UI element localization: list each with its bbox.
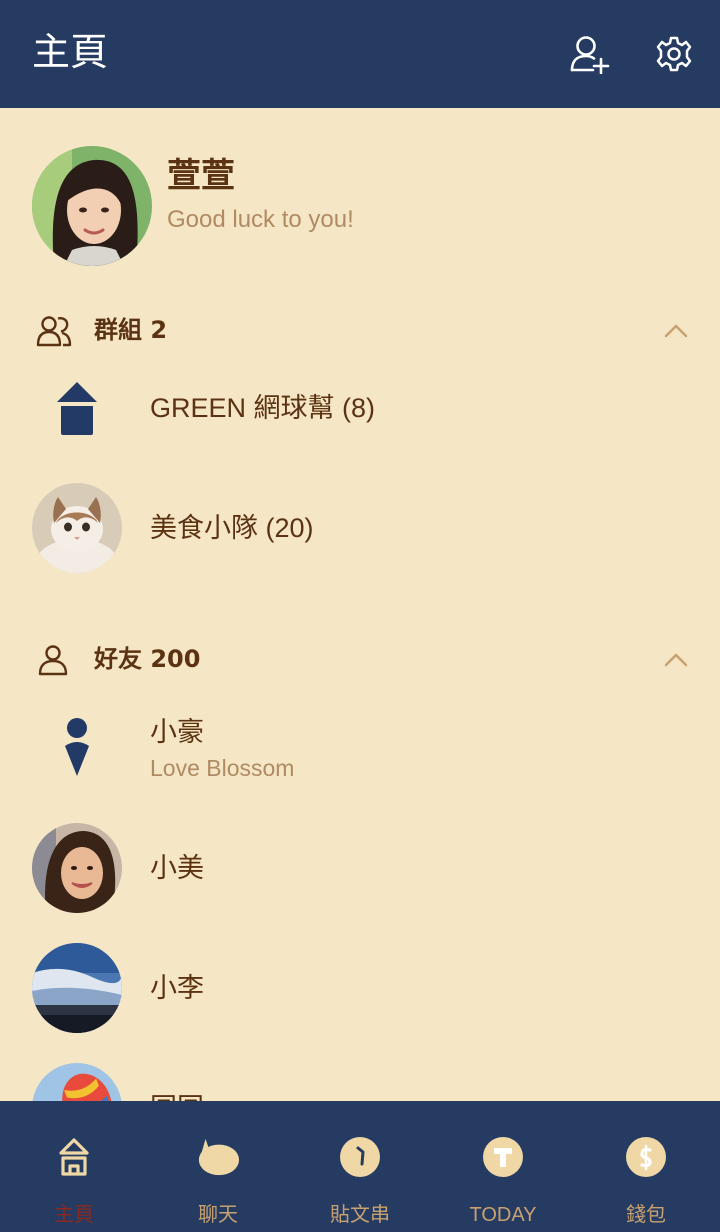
friend-row[interactable]: 囝囝 <box>0 1058 720 1101</box>
friend-name: 小豪 <box>150 717 204 747</box>
bottom-tab-bar: 主頁 聊天 貼文串 TODAY 錢包 <box>0 1101 720 1232</box>
person-icon <box>36 643 72 677</box>
group-avatar <box>32 483 122 573</box>
group-icon <box>36 314 72 348</box>
friend-row[interactable]: 小豪 Love Blossom <box>0 698 720 798</box>
person-placeholder-icon <box>32 703 122 793</box>
friend-row[interactable]: 小李 <box>0 938 720 1038</box>
friend-name: 小美 <box>150 853 204 883</box>
groups-section-header[interactable]: 群組 2 <box>0 306 720 356</box>
profile-name[interactable]: 萱萱 <box>167 154 235 198</box>
group-row[interactable]: 美食小隊 (20) <box>0 478 720 578</box>
tab-label: 主頁 <box>54 1204 94 1226</box>
top-header: 主頁 <box>0 0 720 108</box>
profile-avatar[interactable] <box>32 146 152 266</box>
group-name: 美食小隊 (20) <box>150 513 314 543</box>
home-icon <box>52 1135 96 1179</box>
chevron-up-icon[interactable] <box>660 316 692 344</box>
today-icon <box>481 1135 525 1179</box>
friend-name: 小李 <box>150 973 204 1003</box>
group-placeholder-icon <box>32 363 122 453</box>
friend-row[interactable]: 小美 <box>0 818 720 918</box>
tab-home[interactable]: 主頁 <box>2 1101 146 1232</box>
tab-label: 貼文串 <box>330 1204 390 1226</box>
tab-today[interactable]: TODAY <box>431 1101 575 1232</box>
chat-icon <box>196 1135 240 1179</box>
friends-section-header[interactable]: 好友 200 <box>0 635 720 685</box>
add-friend-button[interactable] <box>566 30 614 78</box>
tab-chat[interactable]: 聊天 <box>146 1101 290 1232</box>
settings-button[interactable] <box>650 30 698 78</box>
group-name: GREEN 網球幫 (8) <box>150 393 376 423</box>
friend-avatar <box>32 943 122 1033</box>
friends-label: 好友 200 <box>94 645 201 673</box>
timeline-icon <box>338 1135 382 1179</box>
friend-avatar <box>32 1063 122 1101</box>
gear-icon <box>656 36 692 72</box>
tab-label: 聊天 <box>198 1204 238 1226</box>
profile-status[interactable]: Good luck to you! <box>167 204 354 236</box>
tab-label: TODAY <box>469 1204 537 1226</box>
tab-timeline[interactable]: 貼文串 <box>288 1101 432 1232</box>
page-title: 主頁 <box>32 30 109 74</box>
friend-name: 囝囝 <box>150 1090 204 1101</box>
groups-label: 群組 2 <box>94 316 168 344</box>
friend-avatar <box>32 823 122 913</box>
group-row[interactable]: GREEN 網球幫 (8) <box>0 358 720 458</box>
add-friend-icon <box>570 36 610 74</box>
chevron-up-icon[interactable] <box>660 645 692 673</box>
tab-wallet[interactable]: 錢包 <box>574 1101 718 1232</box>
home-content[interactable]: 萱萱 Good luck to you! 群組 2 GREEN 網球幫 (8) … <box>0 108 720 1101</box>
wallet-icon <box>624 1135 668 1179</box>
tab-label: 錢包 <box>626 1204 666 1226</box>
friend-status: Love Blossom <box>150 755 295 781</box>
